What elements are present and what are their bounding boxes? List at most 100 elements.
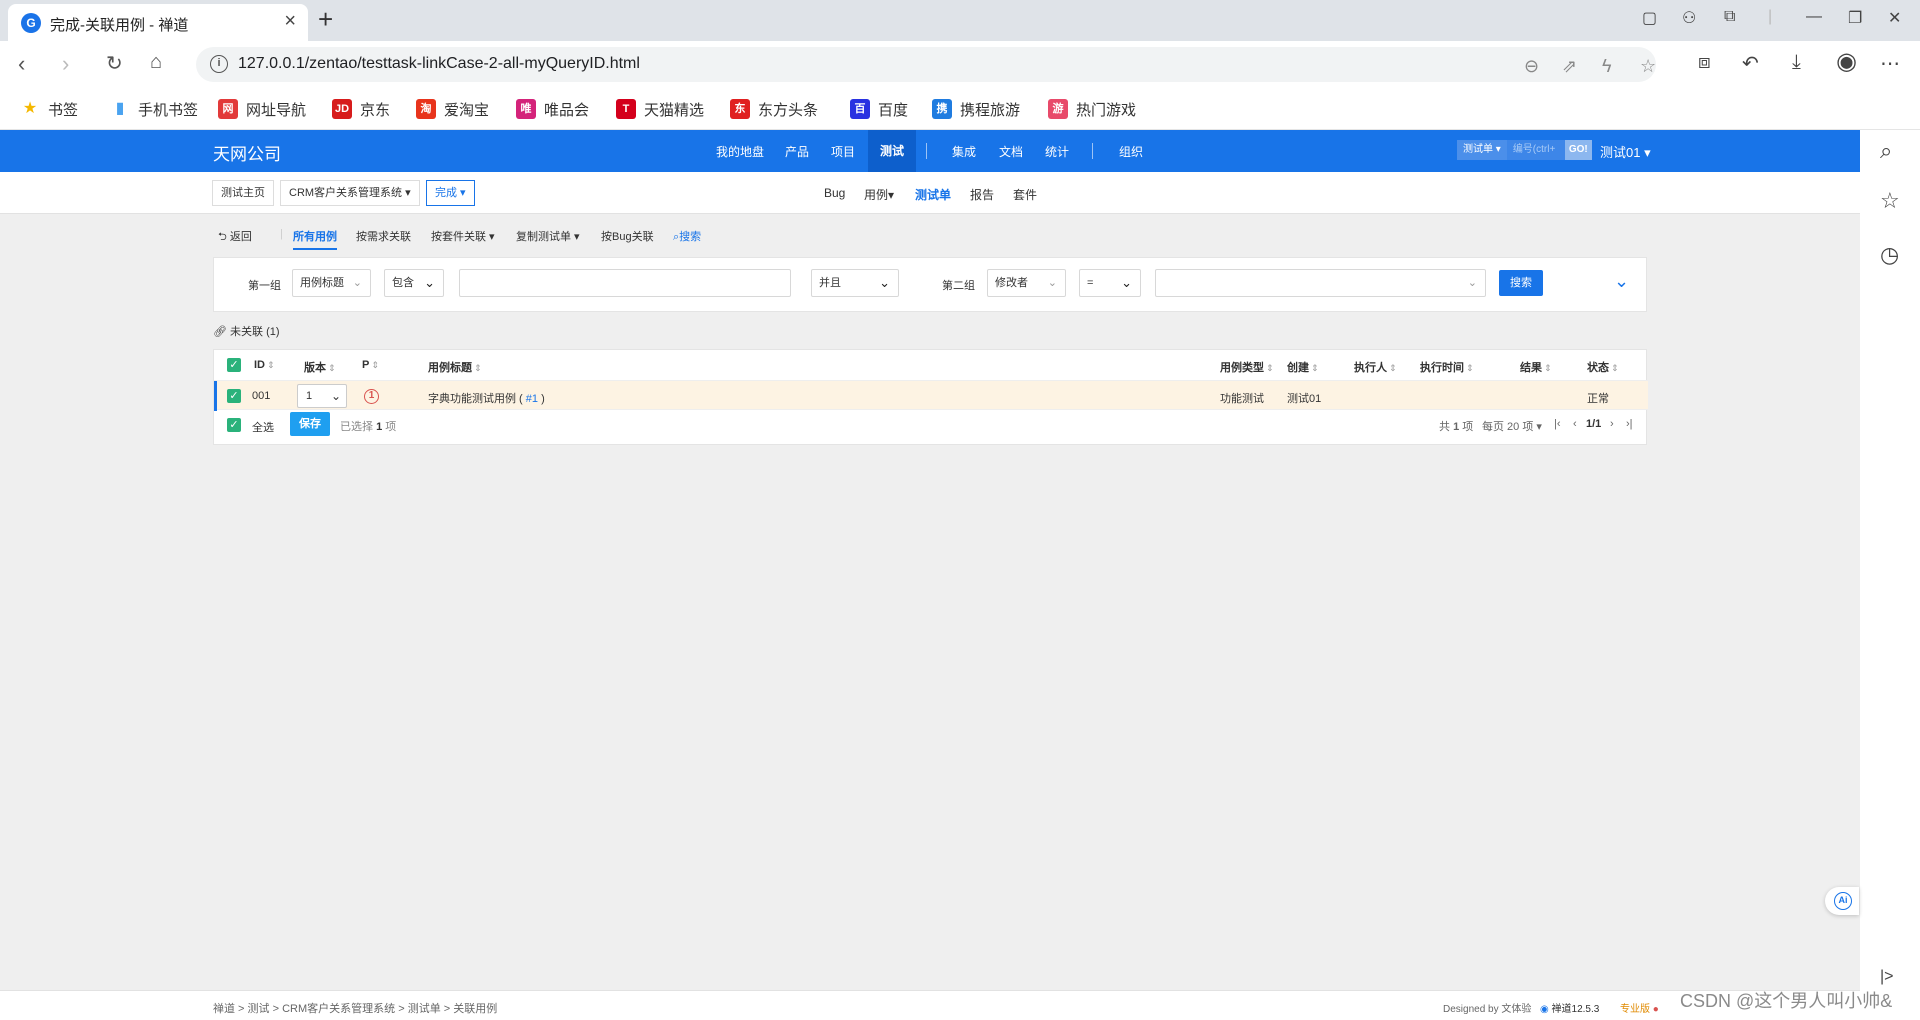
footer-crumb[interactable]: 测试 — [248, 1003, 270, 1015]
bookmark-item[interactable]: JD 京东 — [332, 98, 390, 120]
bookmark-item[interactable]: ★ 书签 — [20, 98, 78, 120]
history-clock-icon[interactable]: ◷ — [1880, 242, 1899, 268]
version-select[interactable]: 1 ⌄ — [297, 384, 347, 408]
restore-icon[interactable]: ❐ — [1848, 8, 1862, 28]
bookmark-item[interactable]: ▮ 手机书签 — [110, 98, 198, 120]
subnav-testtask[interactable]: 测试单 — [915, 186, 951, 203]
group2-field-select[interactable]: 修改者 ⌄ — [987, 269, 1066, 297]
nav-product[interactable]: 产品 — [785, 143, 809, 160]
subnav-report[interactable]: 报告 — [970, 186, 994, 203]
group1-operator-select[interactable]: 包含 ⌄ — [384, 269, 444, 297]
site-info-icon[interactable]: i — [210, 55, 228, 73]
new-tab-icon[interactable]: + — [318, 4, 333, 35]
col-creator[interactable]: 创建 ⇕ — [1287, 359, 1319, 375]
col-title[interactable]: 用例标题 ⇕ — [428, 359, 482, 375]
subnav-case[interactable]: 用例▾ — [864, 186, 894, 203]
collapse-panel-icon[interactable]: |> — [1880, 968, 1894, 986]
browser-tab[interactable]: G 完成-关联用例 - 禅道 × — [8, 4, 308, 41]
lightning-icon[interactable]: ϟ — [1602, 56, 1612, 77]
extensions-puzzle-icon[interactable]: ⧈ — [1698, 51, 1711, 74]
global-search-input[interactable]: 编号(ctrl+ — [1506, 140, 1565, 160]
col-exec-time[interactable]: 执行时间 ⇕ — [1420, 359, 1474, 375]
tab-link-by-bug[interactable]: 按Bug关联 — [601, 228, 654, 244]
group1-value-input[interactable] — [459, 269, 791, 297]
nav-my[interactable]: 我的地盘 — [716, 143, 764, 160]
share-icon[interactable]: ⇗ — [1562, 56, 1577, 77]
first-page-icon[interactable]: |‹ — [1554, 418, 1561, 430]
bookmark-star-icon[interactable]: ☆ — [1640, 56, 1656, 77]
group2-operator-select[interactable]: = ⌄ — [1079, 269, 1141, 297]
home-icon[interactable]: ⌂ — [150, 51, 162, 74]
col-type[interactable]: 用例类型 ⇕ — [1220, 359, 1274, 375]
save-button[interactable]: 保存 — [290, 412, 330, 436]
zoom-icon[interactable]: ⊖ — [1524, 56, 1539, 77]
breadcrumb-product[interactable]: CRM客户关系管理系统 ▾ — [280, 180, 420, 206]
search-icon[interactable]: ⌕ — [1880, 138, 1892, 164]
breadcrumb-test-home[interactable]: 测试主页 — [212, 180, 274, 206]
col-executor[interactable]: 执行人 ⇕ — [1354, 359, 1397, 375]
subnav-suite[interactable]: 套件 — [1013, 186, 1037, 203]
more-menu-icon[interactable]: ⋯ — [1880, 51, 1900, 76]
bookmark-item[interactable]: 东东方头条 — [730, 98, 818, 120]
per-page-select[interactable]: 每页 20 项 ▾ — [1482, 418, 1542, 434]
extensions-icon[interactable]: ⧉ — [1724, 8, 1735, 26]
group2-value-input[interactable]: ⌄ — [1155, 269, 1486, 297]
tab-count-icon[interactable]: ▢ — [1642, 8, 1657, 28]
group1-field-select[interactable]: 用例标题 ⌄ — [292, 269, 371, 297]
select-all-checkbox[interactable]: ✓ — [227, 418, 241, 432]
col-status[interactable]: 状态 ⇕ — [1587, 359, 1619, 375]
bookmark-item[interactable]: 携携程旅游 — [932, 98, 1020, 120]
next-page-icon[interactable]: › — [1610, 418, 1614, 430]
col-priority[interactable]: P ⇕ — [362, 359, 379, 371]
nav-org[interactable]: 组织 — [1119, 143, 1143, 160]
minimize-icon[interactable]: — — [1806, 8, 1822, 26]
bookmark-item[interactable]: 唯唯品会 — [516, 98, 589, 120]
incognito-icon[interactable]: ⚇ — [1682, 8, 1696, 28]
close-window-icon[interactable]: ✕ — [1888, 8, 1901, 28]
nav-stats[interactable]: 统计 — [1045, 143, 1069, 160]
search-type-select[interactable]: 测试单 ▾ — [1457, 140, 1507, 160]
tab-link-by-story[interactable]: 按需求关联 — [356, 228, 411, 244]
bookmark-item[interactable]: T 天猫精选 — [616, 98, 704, 120]
breadcrumb-testtask[interactable]: 完成 ▾ — [426, 180, 475, 206]
bookmark-item[interactable]: 淘爱淘宝 — [416, 98, 489, 120]
table-row[interactable]: ✓ 001 1 ⌄ 1 字典功能测试用例 ( #1 ) 功能测试 测试01 正常 — [214, 380, 1648, 411]
tab-all-cases[interactable]: 所有用例 — [293, 228, 337, 250]
tab-link-by-suite[interactable]: 按套件关联 ▾ — [431, 228, 495, 244]
col-id[interactable]: ID ⇕ — [254, 359, 275, 371]
url-field[interactable]: i 127.0.0.1/zentao/testtask-linkCase-2-a… — [196, 47, 1656, 82]
reload-icon[interactable]: ↻ — [106, 51, 123, 76]
row-checkbox[interactable]: ✓ — [227, 389, 241, 403]
expand-search-icon[interactable]: ⌄ — [1614, 271, 1629, 292]
back-icon[interactable]: ‹ — [18, 51, 25, 77]
last-page-icon[interactable]: ›| — [1626, 418, 1633, 430]
download-icon[interactable]: ⤓ — [1792, 51, 1801, 74]
close-tab-icon[interactable]: × — [284, 10, 296, 33]
favorites-star-icon[interactable]: ☆ — [1880, 188, 1900, 214]
nav-doc[interactable]: 文档 — [999, 143, 1023, 160]
case-link[interactable]: #1 — [526, 393, 538, 405]
header-checkbox[interactable]: ✓ — [227, 358, 241, 372]
search-button[interactable]: 搜索 — [1499, 270, 1543, 296]
bookmark-item[interactable]: 百百度 — [850, 98, 908, 120]
nav-test[interactable]: 测试 — [868, 130, 917, 172]
nav-integration[interactable]: 集成 — [952, 143, 976, 160]
subnav-bug[interactable]: Bug — [824, 186, 845, 200]
footer-crumb[interactable]: 测试单 — [408, 1003, 441, 1015]
zentao-version[interactable]: ◉ 禅道12.5.3 — [1540, 1000, 1599, 1015]
company-brand[interactable]: 天网公司 — [213, 140, 281, 165]
and-or-select[interactable]: 并且 ⌄ — [811, 269, 899, 297]
forward-icon[interactable]: › — [62, 51, 69, 77]
undo-icon[interactable]: ↶ — [1742, 51, 1759, 76]
footer-crumb[interactable]: CRM客户关系管理系统 — [282, 1003, 395, 1015]
select-all-label[interactable]: 全选 — [252, 419, 274, 435]
user-menu[interactable]: 测试01 ▾ — [1600, 142, 1651, 161]
bookmark-item[interactable]: 网网址导航 — [218, 98, 306, 120]
edition-badge[interactable]: 专业版 ● — [1620, 1000, 1659, 1015]
nav-project[interactable]: 项目 — [831, 143, 855, 160]
ai-assistant-button[interactable]: Ai — [1825, 887, 1859, 915]
prev-page-icon[interactable]: ‹ — [1573, 418, 1577, 430]
search-go-button[interactable]: GO! — [1564, 140, 1592, 160]
col-version[interactable]: 版本 ⇕ — [304, 359, 336, 375]
cell-title[interactable]: 字典功能测试用例 ( #1 ) — [428, 390, 545, 406]
